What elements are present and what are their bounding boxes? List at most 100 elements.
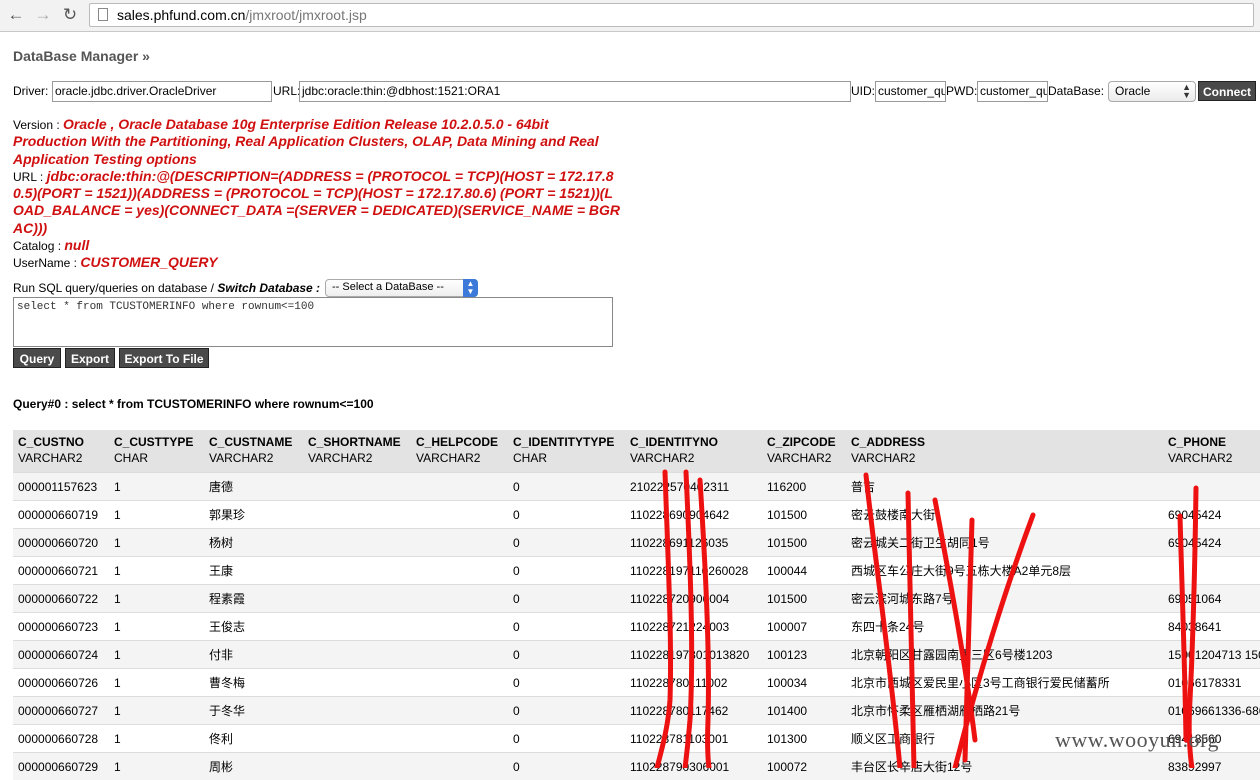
column-header: C_CUSTTYPECHAR [109,430,204,473]
column-header: C_HELPCODEVARCHAR2 [411,430,508,473]
table-cell [303,473,411,501]
table-cell: 王俊志 [204,613,303,641]
table-cell: 密云城关二街卫生胡同1号 [846,529,1163,557]
connect-button[interactable]: Connect [1198,81,1256,101]
table-cell: 116200 [762,473,846,501]
table-cell [303,725,411,753]
uid-label: UID: [851,84,875,98]
select-arrows-icon: ▲▼ [1182,83,1191,99]
table-cell: 0 [508,473,625,501]
switch-database-select[interactable]: -- Select a DataBase -- ▲▼ [325,279,478,297]
back-arrow-icon[interactable]: ← [6,5,26,25]
switch-database-value: -- Select a DataBase -- [332,281,444,293]
table-cell: 1 [109,585,204,613]
table-cell: 普吉 [846,473,1163,501]
table-cell [1163,473,1260,501]
table-cell: 北京市怀柔区雁栖湖雁栖路21号 [846,697,1163,725]
table-cell: 1 [109,473,204,501]
table-cell [303,557,411,585]
table-cell: 1 [109,725,204,753]
sql-query-textarea[interactable]: select * from TCUSTOMERINFO where rownum… [13,297,613,347]
table-cell [411,585,508,613]
table-cell: 0 [508,585,625,613]
table-cell: 69045424 [1163,501,1260,529]
table-cell: 110228197110260028 [625,557,762,585]
table-cell [411,641,508,669]
username-value: CUSTOMER_QUERY [80,254,217,270]
table-cell: 密云滨河城东路7号 [846,585,1163,613]
username-row: UserName : CUSTOMER_QUERY [13,254,623,271]
table-cell: 110228197301013820 [625,641,762,669]
pwd-label: PWD: [946,84,977,98]
table-row: 0000006607241付非0110228197301013820100123… [13,641,1260,669]
table-cell [303,529,411,557]
table-cell [303,753,411,780]
table-cell [303,501,411,529]
url-input[interactable]: jdbc:oracle:thin:@dbhost:1521:ORA1 [299,81,851,102]
table-cell: 0 [508,753,625,780]
database-label: DataBase: [1048,84,1104,98]
table-cell: 101300 [762,725,846,753]
database-select[interactable]: Oracle ▲▼ [1108,81,1196,102]
jdbc-url-row: URL : jdbc:oracle:thin:@(DESCRIPTION=(AD… [13,168,623,237]
export-to-file-button[interactable]: Export To File [119,348,209,368]
table-cell: 000000660719 [13,501,109,529]
table-cell [303,697,411,725]
table-cell: 东四十条24号 [846,613,1163,641]
table-cell: 0 [508,501,625,529]
uid-input[interactable]: customer_qu [875,81,946,102]
table-cell: 北京朝阳区甘露园南里三区6号楼1203 [846,641,1163,669]
column-name: C_ZIPCODE [767,434,841,450]
table-cell [303,669,411,697]
table-cell: 唐德 [204,473,303,501]
driver-input[interactable]: oracle.jdbc.driver.OracleDriver [52,81,272,102]
table-cell [411,473,508,501]
table-cell: 000000660728 [13,725,109,753]
run-sql-label: Run SQL query/queries on database / Swit… [13,281,320,295]
table-cell: 000000660721 [13,557,109,585]
table-cell: 周彬 [204,753,303,780]
watermark: www.wooyun.org [1055,727,1219,753]
table-cell [411,753,508,780]
table-cell: 100072 [762,753,846,780]
select-arrows-icon: ▲▼ [463,279,478,297]
table-cell: 王康 [204,557,303,585]
column-header: C_IDENTITYTYPECHAR [508,430,625,473]
query-button[interactable]: Query [13,348,61,368]
column-type: VARCHAR2 [416,451,480,465]
table-cell: 000000660729 [13,753,109,780]
column-header: C_ZIPCODEVARCHAR2 [762,430,846,473]
table-cell: 210222570402311 [625,473,762,501]
table-cell: 0 [508,529,625,557]
table-cell: 110228721224003 [625,613,762,641]
address-bar[interactable]: sales.phfund.com.cn/jmxroot/jmxroot.jsp [89,3,1254,27]
table-cell: 100007 [762,613,846,641]
table-cell: 84038641 [1163,613,1260,641]
connection-info: Version : Oracle , Oracle Database 10g E… [13,116,623,272]
export-button[interactable]: Export [65,348,115,368]
version-row: Version : Oracle , Oracle Database 10g E… [13,116,623,168]
table-cell [411,613,508,641]
table-cell: 110228690904642 [625,501,762,529]
catalog-label: Catalog : [13,239,61,253]
table-cell: 1 [109,529,204,557]
table-cell [303,641,411,669]
driver-label: Driver: [13,84,48,98]
table-cell [411,501,508,529]
table-cell [411,725,508,753]
reload-icon[interactable]: ↻ [60,5,80,25]
column-type: VARCHAR2 [18,451,82,465]
table-row: 0000011576231唐德0210222570402311116200普吉 [13,473,1260,501]
pwd-input[interactable]: customer_qu [977,81,1048,102]
table-cell: 0 [508,697,625,725]
table-cell: 1 [109,613,204,641]
browser-toolbar: ← → ↻ sales.phfund.com.cn/jmxroot/jmxroo… [0,0,1260,32]
table-cell: 1 [109,697,204,725]
table-row: 0000006607271于冬华0110228780117462101400北京… [13,697,1260,725]
table-cell: 0 [508,613,625,641]
forward-arrow-icon[interactable]: → [33,5,53,25]
table-cell: 000000660722 [13,585,109,613]
page-title: DataBase Manager » [13,48,150,64]
address-bar-url: sales.phfund.com.cn/jmxroot/jmxroot.jsp [117,7,367,23]
column-header: C_CUSTNOVARCHAR2 [13,430,109,473]
